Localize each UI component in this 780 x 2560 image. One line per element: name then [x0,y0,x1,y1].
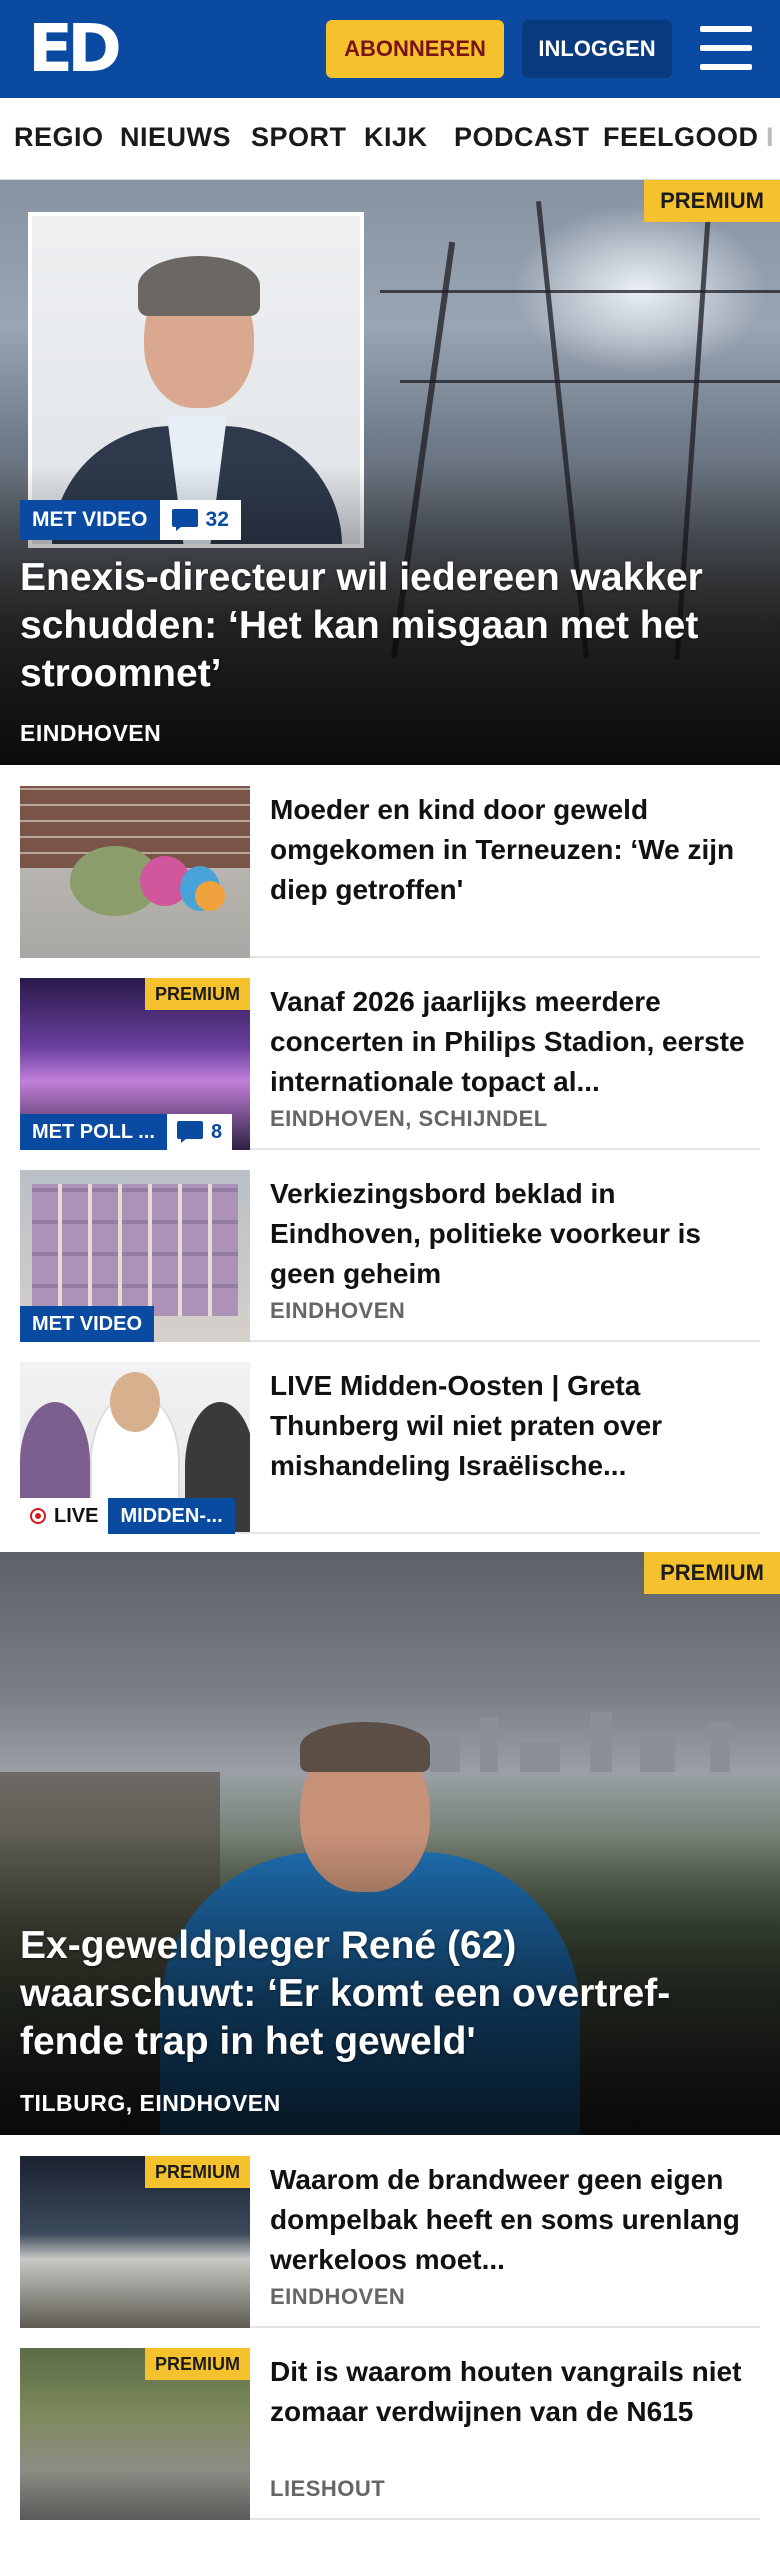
list-item[interactable]: PREMIUM MET POLL ... 8 Vanaf 2026 jaarli… [20,978,760,1150]
live-label: LIVE [54,1504,99,1527]
article-title[interactable]: LIVE Midden-Oosten | Greta Thunberg wil … [270,1366,750,1486]
article-location: EINDHOVEN [270,2284,406,2309]
comment-count: 32 [205,508,229,531]
article-thumbnail: LIVE MIDDEN-... [20,1362,250,1534]
poll-badge: MET POLL ... [20,1114,167,1150]
hero-title[interactable]: Ex-geweldpleger René (62) waarschuwt: ‘E… [20,1922,760,2066]
article-thumbnail: PREMIUM [20,2156,250,2328]
article-thumbnail: PREMIUM [20,2348,250,2520]
nav-item-kijk[interactable]: KIJK [364,122,428,153]
login-button[interactable]: INLOGGEN [522,20,672,78]
nav-item-feelgood[interactable]: FEELGOOD [603,122,759,153]
subscribe-button[interactable]: ABONNEREN [326,20,504,78]
premium-badge: PREMIUM [644,180,780,222]
list-item[interactable]: MET VIDEO Verkiezingsbord beklad in Eind… [20,1170,760,1342]
thumb-badges: MET POLL ... 8 [20,1114,233,1150]
hero-title[interactable]: Enexis-directeur wil iedereen wakker sch… [20,554,760,698]
nav-item-regio[interactable]: REGIO [14,122,104,153]
nav-item-podcast[interactable]: PODCAST [454,122,590,153]
article-title[interactable]: Vanaf 2026 jaarlijks meerdere concerten … [270,982,750,1102]
thumb-badges: LIVE MIDDEN-... [20,1498,235,1534]
article-location: EINDHOVEN, SCHIJNDEL [270,1106,548,1131]
comments-badge[interactable]: 8 [166,1114,233,1150]
premium-badge: PREMIUM [145,2348,250,2380]
article-thumbnail: MET VIDEO [20,1170,250,1342]
article-title[interactable]: Verkiezingsbord beklad in Eindhoven, pol… [270,1174,750,1294]
hero-location: EINDHOVEN [20,720,162,746]
list-item[interactable]: LIVE MIDDEN-... LIVE Midden-Oosten | Gre… [20,1362,760,1534]
article-location: LIESHOUT [270,2476,386,2501]
live-dot-icon [30,1508,46,1524]
comments-badge[interactable]: 32 [159,500,241,540]
comment-icon [176,1121,203,1143]
article-title[interactable]: Dit is waarom houten vangrails niet zoma… [270,2352,750,2432]
live-badge: LIVE [20,1498,109,1534]
top-bar: ED ABONNEREN INLOGGEN [0,0,780,98]
nav-item-nieuws[interactable]: NIEUWS [120,122,231,153]
nav-item-sport[interactable]: SPORT [251,122,347,153]
ed-logo[interactable]: ED [28,16,122,82]
comment-icon [171,509,198,531]
hero-badges: MET VIDEO 32 [20,500,241,540]
video-badge: MET VIDEO [20,500,160,540]
premium-badge: PREMIUM [145,2156,250,2188]
logo-text: ED [28,10,122,87]
thumb-badges: MET VIDEO [20,1306,155,1342]
article-title[interactable]: Waarom de brandweer geen eigen dompelbak… [270,2160,750,2280]
article-title[interactable]: Moeder en kind door geweld omgekomen in … [270,790,750,910]
list-item[interactable]: PREMIUM Waarom de brandweer geen eigen d… [20,2156,760,2328]
article-thumbnail: PREMIUM MET POLL ... 8 [20,978,250,1150]
article-thumbnail [20,786,250,958]
premium-badge: PREMIUM [145,978,250,1010]
nav-item-overflow[interactable]: I [766,122,774,153]
article-location: EINDHOVEN [270,1298,406,1323]
list-item[interactable]: PREMIUM Dit is waarom houten vangrails n… [20,2348,760,2520]
hero-article-enexis[interactable]: PREMIUM MET VIDEO 32 Enexis-directeur wi… [0,180,780,765]
video-badge: MET VIDEO [20,1306,155,1342]
hero-location: TILBURG, EINDHOVEN [20,2090,281,2116]
comment-count: 8 [210,1120,223,1143]
menu-icon[interactable] [700,26,752,70]
section-nav: REGIO NIEUWS SPORT KIJK PODCAST FEELGOOD… [0,98,780,180]
hero-article-rene[interactable]: PREMIUM Ex-geweldpleger René (62) waarsc… [0,1552,780,2135]
list-item[interactable]: Moeder en kind door geweld omgekomen in … [20,786,760,958]
topic-badge: MIDDEN-... [108,1498,235,1534]
premium-badge: PREMIUM [644,1552,780,1594]
